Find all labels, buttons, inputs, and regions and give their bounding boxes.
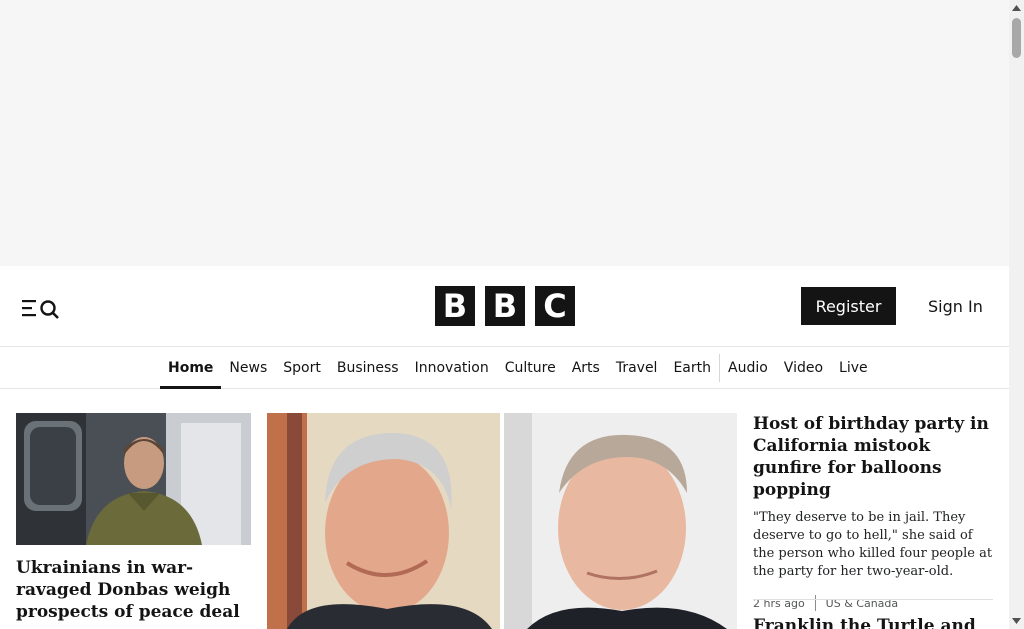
story-headline-ukraine[interactable]: Ukrainians in war-ravaged Donbas weigh p… (16, 557, 256, 623)
main-navigation: Home News Sport Business Innovation Cult… (0, 348, 1009, 389)
nav-item-news[interactable]: News (221, 348, 275, 388)
triangle-up-icon (1012, 5, 1021, 11)
story-headline-birthday[interactable]: Host of birthday party in California mis… (753, 413, 993, 501)
page-scrollbar[interactable] (1009, 0, 1024, 629)
story-meta: 2 hrs ago US & Canada (753, 595, 993, 611)
story-headline-franklin[interactable]: Franklin the Turtle and (753, 615, 993, 629)
nav-item-business[interactable]: Business (329, 348, 407, 388)
story-divider (753, 599, 993, 600)
nav-item-video[interactable]: Video (776, 348, 831, 388)
top-stories: Ukrainians in war-ravaged Donbas weigh p… (0, 389, 1009, 629)
nav-item-sport[interactable]: Sport (275, 348, 329, 388)
nav-item-culture[interactable]: Culture (497, 348, 564, 388)
nav-item-arts[interactable]: Arts (564, 348, 608, 388)
triangle-down-icon (1012, 618, 1021, 624)
nav-item-innovation[interactable]: Innovation (407, 348, 497, 388)
leaders-photo (267, 413, 737, 629)
bbc-logo[interactable]: B B C (435, 286, 575, 326)
menu-search-button[interactable] (20, 294, 64, 322)
scroll-down-arrow[interactable] (1009, 615, 1024, 627)
sign-in-button[interactable]: Sign In (914, 287, 997, 325)
menu-search-icon (22, 300, 59, 319)
nav-item-audio[interactable]: Audio (720, 348, 776, 388)
story-image-ukraine-soldier[interactable] (16, 413, 251, 545)
nav-item-home[interactable]: Home (160, 348, 222, 389)
advertisement-area (0, 0, 1009, 266)
soldier-photo (16, 413, 251, 545)
site-header: B B C Register Sign In (0, 266, 1009, 347)
scroll-up-arrow[interactable] (1009, 2, 1024, 14)
story-summary-birthday: "They deserve to be in jail. They deserv… (753, 510, 993, 579)
register-button[interactable]: Register (801, 287, 896, 325)
story-card-birthday-party[interactable]: Host of birthday party in California mis… (753, 413, 993, 611)
logo-letter-b2: B (485, 286, 525, 326)
scrollbar-thumb[interactable] (1012, 18, 1021, 58)
logo-letter-b1: B (435, 286, 475, 326)
story-image-main[interactable] (267, 413, 737, 629)
nav-item-live[interactable]: Live (831, 348, 876, 388)
nav-item-earth[interactable]: Earth (665, 348, 719, 388)
meta-separator (814, 595, 816, 611)
nav-item-travel[interactable]: Travel (608, 348, 666, 388)
nav-list: Home News Sport Business Innovation Cult… (160, 348, 876, 389)
logo-letter-c: C (535, 286, 575, 326)
